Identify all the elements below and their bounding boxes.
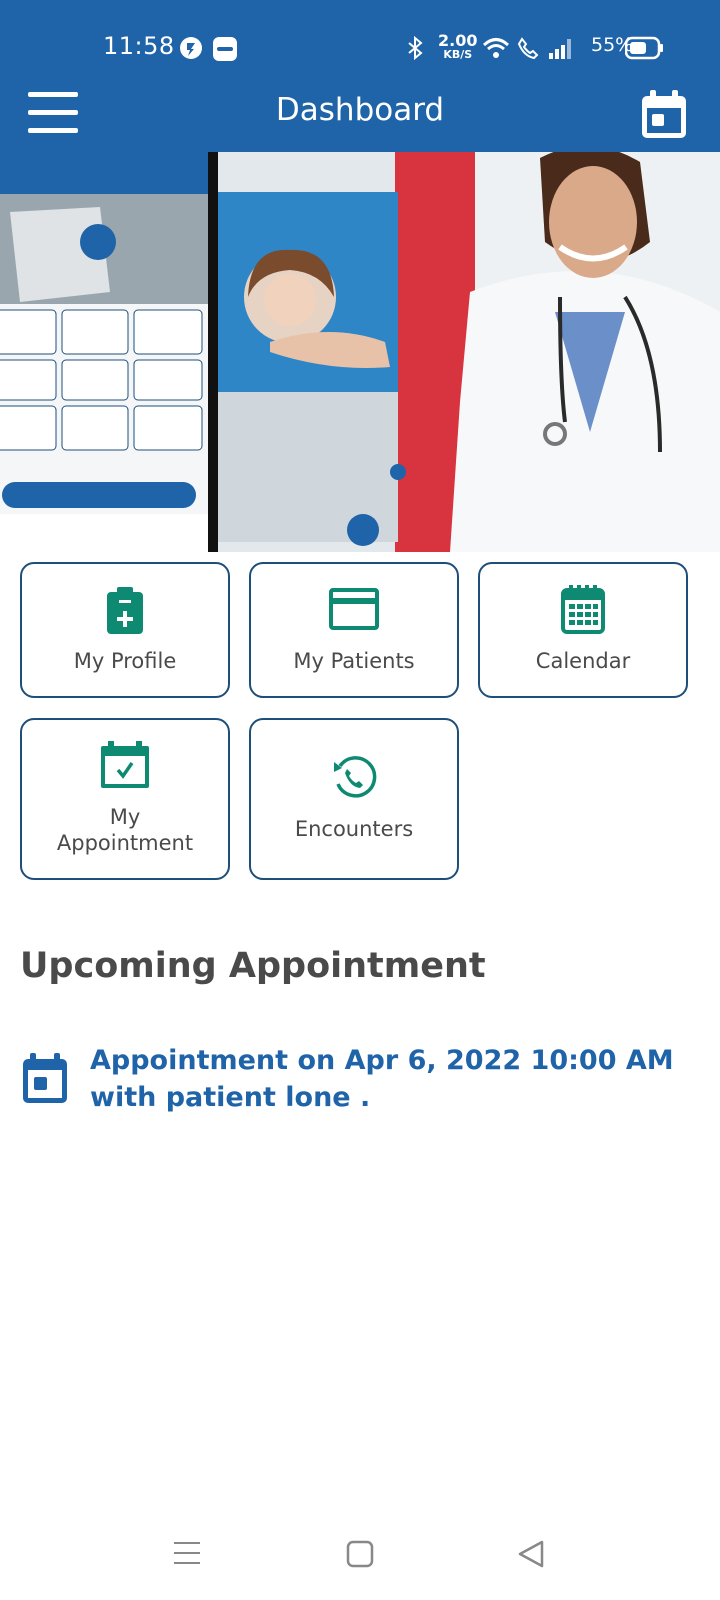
- promo-banner[interactable]: [0, 152, 720, 552]
- my-patients-tile[interactable]: My Patients: [249, 562, 459, 698]
- recent-apps-icon[interactable]: [158, 1520, 218, 1590]
- tile-label: My Profile: [73, 649, 177, 673]
- system-nav-bar: [0, 1520, 720, 1590]
- app-bar: Dashboard: [0, 80, 720, 152]
- my-profile-tile[interactable]: My Profile: [20, 562, 230, 698]
- wifi-icon: [482, 38, 510, 58]
- calendar-icon: [23, 1053, 67, 1103]
- tile-label: My Patients: [293, 649, 415, 673]
- calendar-tile[interactable]: Calendar: [478, 562, 688, 698]
- encounters-tile[interactable]: Encounters: [249, 718, 459, 880]
- calendar-check-icon: [101, 741, 149, 788]
- upcoming-appointment-heading: Upcoming Appointment: [20, 946, 486, 986]
- appointment-text: Appointment on Apr 6, 2022 10:00 AM with…: [90, 1045, 674, 1113]
- my-appointment-tile[interactable]: My Appointment: [20, 718, 230, 880]
- tile-label: Calendar: [535, 649, 631, 673]
- phone-history-icon: [334, 756, 377, 798]
- app-header: 11:58 2.00 KB/S 55% Dashboard: [0, 0, 720, 152]
- tile-label: Encounters: [294, 817, 414, 841]
- clipboard-plus-icon: [107, 587, 143, 634]
- signal-icon: [549, 39, 571, 59]
- bluetooth-icon: [408, 36, 423, 60]
- network-speed: 2.00 KB/S: [438, 31, 478, 61]
- tile-label: My Appointment: [56, 805, 194, 855]
- calendar-grid-icon: [561, 585, 605, 634]
- home-icon[interactable]: [330, 1520, 390, 1590]
- appointment-item[interactable]: Appointment on Apr 6, 2022 10:00 AM with…: [20, 1042, 700, 1122]
- status-time: 11:58: [103, 32, 175, 60]
- wifi-calling-icon: [517, 37, 539, 60]
- shield-notification-icon: [180, 37, 202, 59]
- back-icon[interactable]: [500, 1520, 560, 1590]
- page-title: Dashboard: [275, 92, 445, 128]
- app-notification-icon: [213, 37, 237, 61]
- battery-icon: [625, 36, 663, 60]
- banner-image: [0, 152, 720, 552]
- status-bar: 11:58 2.00 KB/S 55%: [0, 28, 720, 68]
- calendar-icon[interactable]: [640, 88, 688, 140]
- card-icon: [329, 588, 379, 630]
